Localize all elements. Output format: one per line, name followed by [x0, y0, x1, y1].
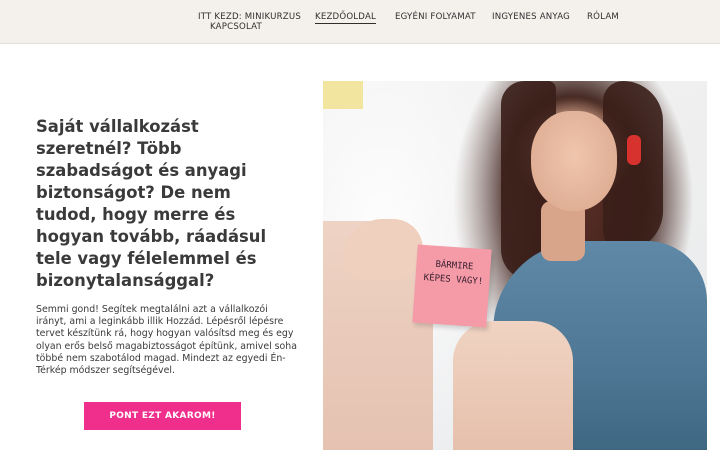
photo-face [531, 111, 617, 211]
yellow-sticky-note [323, 81, 363, 109]
nav-link-kezdooldal[interactable]: KEZDŐOLDAL [315, 12, 377, 24]
sticky-note-text: Bármire képes vagy! [423, 259, 484, 288]
cta-button[interactable]: PONT EZT AKAROM! [84, 402, 241, 430]
photo-arm-right [453, 321, 573, 450]
top-navigation-bar: ITT KEZD: MINIKURZUS KEZDŐOLDAL EGYÉNI F… [0, 0, 720, 44]
photo-earring [627, 135, 641, 165]
nav-link-ingyenes-anyag[interactable]: INGYENES ANYAG [492, 12, 570, 22]
nav-link-kapcsolat[interactable]: KAPCSOLAT [210, 22, 262, 32]
hero-headline: Saját vállalkozást szeretnél? Több szaba… [36, 117, 267, 290]
nav-link-minikurzus[interactable]: ITT KEZD: MINIKURZUS [198, 12, 301, 22]
hero-photo: Bármire képes vagy! [323, 81, 707, 450]
pink-sticky-note: Bármire képes vagy! [412, 244, 492, 328]
nav-link-rolam[interactable]: RÓLAM [587, 12, 619, 22]
hero-description: Semmi gond! Segítek megtalálni azt a vál… [36, 304, 297, 377]
nav-link-egyeni-folyamat[interactable]: EGYÉNI FOLYAMAT [395, 12, 476, 22]
